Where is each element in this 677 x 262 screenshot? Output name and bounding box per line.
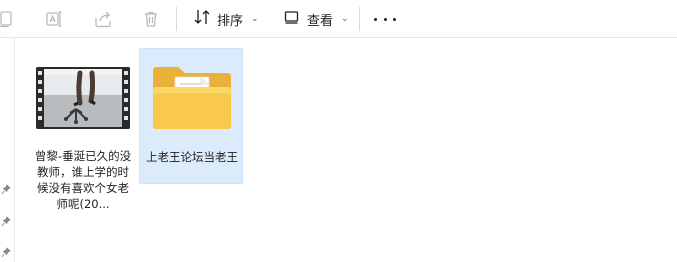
sort-icon bbox=[193, 8, 211, 30]
video-thumbnail bbox=[31, 48, 135, 148]
pin-icon bbox=[1, 216, 11, 227]
chevron-down-icon: ⌄ bbox=[341, 14, 349, 24]
folder-icon-wrap bbox=[140, 49, 244, 149]
pin-icon bbox=[1, 247, 11, 258]
toolbar-divider bbox=[176, 7, 177, 31]
file-item-folder[interactable]: 上老王论坛当老王 bbox=[139, 48, 243, 184]
folder-icon bbox=[153, 67, 231, 129]
sort-label: 排序 bbox=[217, 13, 244, 29]
more-icon[interactable] bbox=[374, 9, 396, 29]
toolbar-divider bbox=[359, 7, 360, 31]
copy-icon[interactable] bbox=[0, 9, 16, 29]
folder-name: 上老王论坛当老王 bbox=[146, 150, 238, 164]
rename-icon[interactable] bbox=[44, 9, 64, 29]
view-icon bbox=[283, 8, 301, 30]
file-name: 曾黎-垂涎已久的没教师，谁上学的时候没有喜欢个女老师呢(20... bbox=[34, 149, 132, 211]
share-icon[interactable] bbox=[93, 9, 113, 29]
navigation-pane bbox=[0, 38, 15, 262]
view-button[interactable]: 查看 ⌄ bbox=[283, 6, 349, 32]
view-label: 查看 bbox=[307, 13, 334, 29]
delete-icon[interactable] bbox=[141, 9, 161, 29]
pin-icon bbox=[1, 184, 11, 195]
chevron-down-icon: ⌄ bbox=[251, 14, 259, 24]
sort-button[interactable]: 排序 ⌄ bbox=[193, 6, 259, 32]
command-bar: 排序 ⌄ 查看 ⌄ bbox=[0, 0, 677, 38]
video-thumbnail-image bbox=[36, 67, 130, 129]
